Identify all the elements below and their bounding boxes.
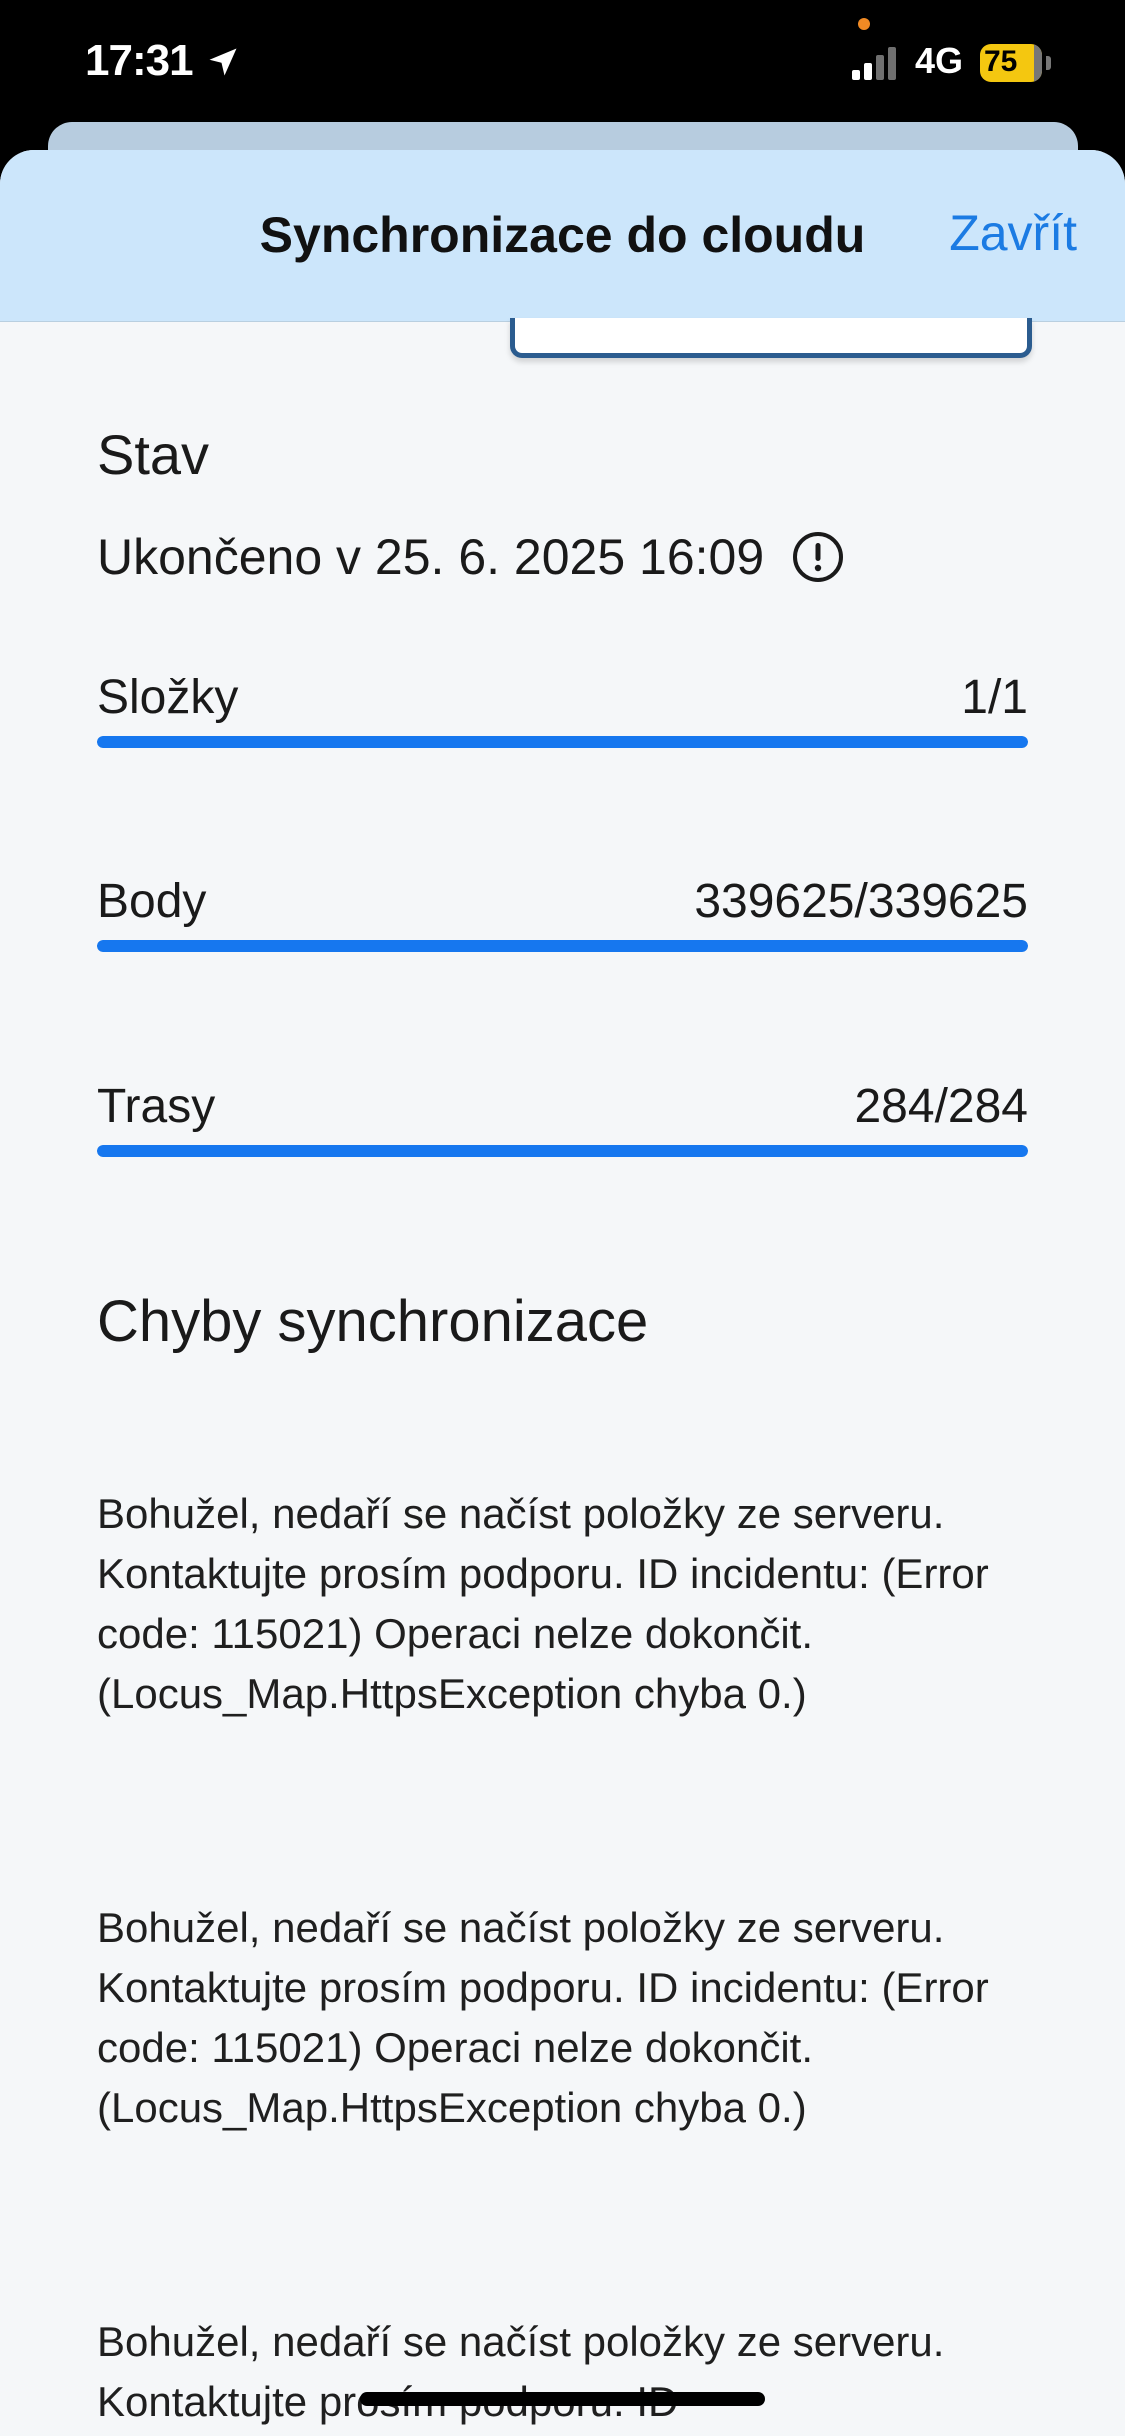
status-time: 17:31 xyxy=(85,36,194,85)
status-bar: 17:31 4G 75 xyxy=(0,0,1125,130)
error-message: Bohužel, nedaří se načíst položky ze ser… xyxy=(97,1904,989,2131)
progress-value: 284/284 xyxy=(854,1080,1028,1133)
status-line: Ukončeno v 25. 6. 2025 16:09 xyxy=(97,528,1028,586)
errors-heading: Chyby synchronizace xyxy=(97,1289,649,1354)
progress-fill xyxy=(97,1145,1028,1157)
error-message: Bohužel, nedaří se načíst položky ze ser… xyxy=(97,1490,989,1717)
finished-text: Ukončeno v 25. 6. 2025 16:09 xyxy=(97,529,765,585)
progress-fill xyxy=(97,940,1028,952)
home-indicator xyxy=(360,2392,765,2406)
privacy-indicator-dot xyxy=(858,18,870,30)
info-circle-icon[interactable] xyxy=(792,531,844,583)
battery-level: 75 xyxy=(984,45,1018,78)
sheet-header: Synchronizace do cloudu Zavřít xyxy=(0,150,1125,322)
progress-fill xyxy=(97,736,1028,748)
error-message: Bohužel, nedaří se načíst položky ze ser… xyxy=(97,2318,945,2425)
progress-bar xyxy=(97,1145,1028,1157)
cellular-signal-icon xyxy=(852,47,896,80)
progress-label: Body xyxy=(97,875,207,928)
progress-label: Složky xyxy=(97,671,239,724)
progress-bar xyxy=(97,940,1028,952)
status-heading: Stav xyxy=(97,423,210,486)
progress-value: 339625/339625 xyxy=(694,875,1028,928)
network-type: 4G xyxy=(915,40,964,81)
progress-label: Trasy xyxy=(97,1080,216,1133)
close-button[interactable]: Zavřít xyxy=(949,204,1077,262)
partially-hidden-button[interactable] xyxy=(510,318,1032,358)
location-arrow-icon xyxy=(209,48,237,76)
progress-value: 1/1 xyxy=(961,671,1028,724)
progress-bar xyxy=(97,736,1028,748)
battery-icon: 75 xyxy=(980,44,1051,82)
sync-sheet: Synchronizace do cloudu Zavřít Stav Ukon… xyxy=(0,150,1125,2436)
